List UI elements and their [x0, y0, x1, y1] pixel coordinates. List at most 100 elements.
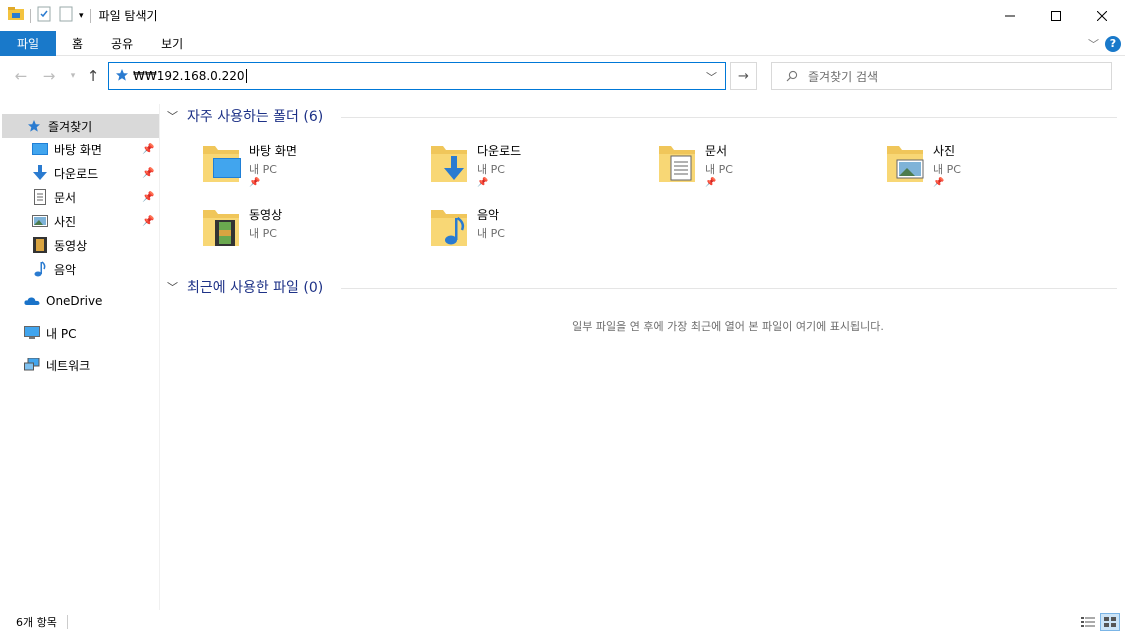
pin-icon[interactable]: 📌 [142, 216, 154, 227]
folder-name: 바탕 화면 [249, 144, 297, 158]
minimize-button[interactable] [987, 0, 1033, 31]
star-icon [26, 118, 42, 134]
folder-name: 음악 [477, 208, 500, 222]
folder-tile-desktop[interactable]: 바탕 화면 내 PC 📌 [201, 138, 421, 194]
folder-tile-videos[interactable]: 동영상 내 PC [201, 202, 421, 258]
folder-location: 내 PC [249, 227, 277, 240]
sidebar-item-label: 문서 [54, 190, 77, 205]
folder-tile-pictures[interactable]: 사진 내 PC 📌 [885, 138, 1105, 194]
maximize-button[interactable] [1033, 0, 1079, 31]
folder-tile-music[interactable]: 음악 내 PC [429, 202, 649, 258]
music-icon [32, 261, 48, 277]
title-bar: ▾ 파일 탐색기 [0, 0, 1125, 31]
sidebar-item-desktop[interactable]: 바탕 화면 📌 [0, 137, 157, 161]
pin-icon: 📌 [705, 178, 717, 188]
documents-icon [32, 189, 48, 205]
address-bar[interactable]: ₩₩192.168.0.220 ﹀ [108, 62, 726, 90]
desktop-icon [32, 141, 48, 157]
folder-name: 문서 [705, 144, 728, 158]
network-icon [24, 357, 40, 373]
window-title: 파일 탐색기 [98, 9, 158, 23]
folder-location: 내 PC [477, 227, 505, 240]
sidebar-item-documents[interactable]: 문서 📌 [0, 185, 157, 209]
back-icon[interactable]: ← [12, 67, 30, 85]
pin-icon: 📌 [933, 178, 945, 188]
ribbon-tabs: 파일 홈 공유 보기 ﹀ ? [0, 30, 1125, 56]
search-box[interactable]: 즐겨찾기 검색 [771, 62, 1112, 90]
quick-access-toolbar: ▾ 파일 탐색기 [0, 0, 158, 31]
help-icon[interactable]: ? [1105, 35, 1121, 52]
sidebar-item-downloads[interactable]: 다운로드 📌 [0, 161, 157, 185]
folder-location: 내 PC [705, 163, 733, 176]
recent-files-empty-message: 일부 파일을 연 후에 가장 최근에 열어 본 파일이 여기에 표시됩니다. [572, 320, 884, 333]
navigation-bar: ← → ▾ ↑ ₩₩192.168.0.220 ﹀ → 즐겨찾기 검색 [0, 57, 1125, 96]
sidebar-item-label: 동영상 [54, 238, 88, 253]
cloud-icon [24, 293, 40, 309]
sidebar-item-this-pc[interactable]: 내 PC [0, 321, 157, 345]
pin-icon: 📌 [249, 178, 261, 188]
pictures-folder-icon [887, 146, 924, 182]
details-view-icon[interactable] [1079, 614, 1097, 630]
address-dropdown-icon[interactable]: ﹀ [706, 69, 717, 85]
pin-icon: 📌 [477, 178, 489, 188]
recent-locations-icon[interactable]: ▾ [64, 67, 82, 85]
sidebar-item-label: 네트워크 [46, 358, 91, 373]
new-folder-icon[interactable] [59, 6, 73, 25]
content-pane: ﹀ 자주 사용하는 폴더 (6) 바탕 화면 내 PC 📌 다운로드 내 PC … [161, 104, 1125, 610]
folder-location: 내 PC [933, 163, 961, 176]
recent-files-header[interactable]: ﹀ 최근에 사용한 파일 (0) [167, 275, 323, 299]
status-bar: 6개 항목 [0, 610, 1125, 634]
tab-share[interactable]: 공유 [97, 31, 147, 56]
customize-qat-dropdown-icon[interactable]: ▾ [79, 11, 84, 21]
pin-icon[interactable]: 📌 [142, 168, 154, 179]
group-divider [341, 288, 1117, 289]
pictures-icon [32, 213, 48, 229]
sidebar-item-label: 즐겨찾기 [48, 119, 93, 134]
collapse-chevron-icon[interactable]: ﹀ [167, 108, 179, 124]
sidebar-item-videos[interactable]: 동영상 [0, 233, 157, 257]
folder-tile-downloads[interactable]: 다운로드 내 PC 📌 [429, 138, 649, 194]
sidebar-item-onedrive[interactable]: OneDrive [0, 289, 157, 313]
up-icon[interactable]: ↑ [84, 67, 102, 85]
desktop-folder-icon [203, 146, 241, 182]
pin-icon[interactable]: 📌 [142, 192, 154, 203]
close-button[interactable] [1079, 0, 1125, 31]
music-folder-icon [431, 210, 467, 246]
search-placeholder: 즐겨찾기 검색 [808, 69, 879, 84]
tab-view[interactable]: 보기 [147, 31, 197, 56]
folder-tile-documents[interactable]: 문서 내 PC 📌 [657, 138, 877, 194]
search-icon [786, 70, 798, 82]
tab-home[interactable]: 홈 [56, 31, 97, 56]
address-input[interactable]: ₩₩192.168.0.220 [133, 69, 245, 83]
sidebar-item-music[interactable]: 음악 [0, 257, 157, 281]
sidebar-item-label: 바탕 화면 [54, 142, 102, 157]
group-title: 자주 사용하는 폴더 (6) [187, 109, 324, 125]
forward-icon[interactable]: → [40, 67, 58, 85]
properties-icon[interactable] [37, 6, 51, 25]
sidebar-item-label: 음악 [54, 262, 77, 277]
folder-name: 동영상 [249, 208, 283, 222]
frequent-folders-header[interactable]: ﹀ 자주 사용하는 폴더 (6) [167, 104, 323, 128]
group-title: 최근에 사용한 파일 (0) [187, 280, 324, 296]
videos-icon [32, 237, 48, 253]
collapse-chevron-icon[interactable]: ﹀ [167, 279, 179, 295]
group-divider [341, 117, 1117, 118]
go-button[interactable]: → [730, 62, 757, 90]
sidebar-item-label: 사진 [54, 214, 77, 229]
quick-access-star-icon [115, 68, 129, 85]
sidebar-item-label: 다운로드 [54, 166, 99, 181]
expand-ribbon-icon[interactable]: ﹀ [1088, 36, 1099, 52]
explorer-app-icon [8, 7, 24, 24]
sidebar-item-pictures[interactable]: 사진 📌 [0, 209, 157, 233]
navigation-pane: 즐겨찾기 바탕 화면 📌 다운로드 📌 문서 📌 사진 📌 동영상 음악 One… [0, 104, 160, 610]
folder-location: 내 PC [249, 163, 277, 176]
folder-location: 내 PC [477, 163, 505, 176]
sidebar-item-quick-access[interactable]: 즐겨찾기 [2, 114, 159, 138]
large-icons-view-icon[interactable] [1100, 613, 1120, 631]
pin-icon[interactable]: 📌 [142, 144, 154, 155]
sidebar-item-network[interactable]: 네트워크 [0, 353, 157, 377]
tab-file[interactable]: 파일 [0, 30, 56, 56]
computer-icon [24, 325, 40, 341]
documents-folder-icon [659, 146, 695, 182]
sidebar-item-label: 내 PC [46, 326, 77, 341]
